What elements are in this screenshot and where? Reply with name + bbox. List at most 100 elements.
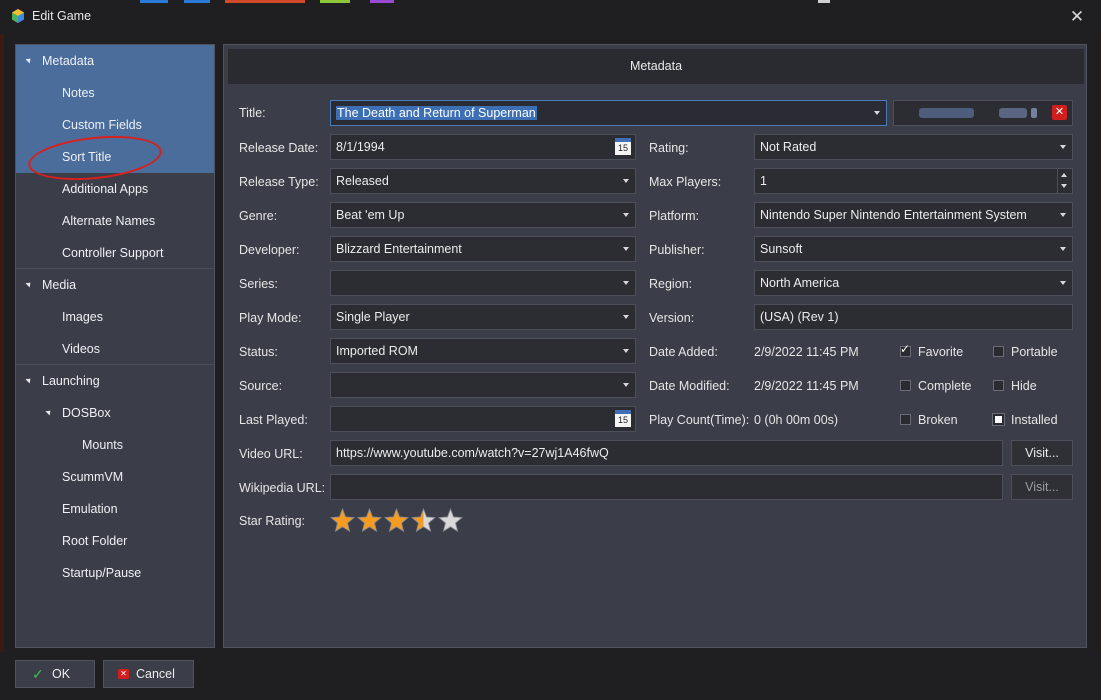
spin-down-icon[interactable] [1061, 184, 1067, 188]
chevron-down-icon[interactable] [623, 281, 629, 285]
calendar-icon[interactable]: 15 [615, 138, 631, 155]
chevron-down-icon[interactable] [623, 315, 629, 319]
status-select[interactable]: Imported ROM [330, 338, 636, 364]
video-url-value[interactable]: https://www.youtube.com/watch?v=27wj1A46… [336, 446, 609, 460]
visit-wikipedia-button[interactable]: Visit... [1011, 474, 1073, 500]
date-added-value: 2/9/2022 11:45 PM [754, 345, 859, 359]
check-icon: ✓ [32, 666, 44, 682]
region-select[interactable]: North America [754, 270, 1073, 296]
sidebar-item-root-folder[interactable]: Root Folder [16, 525, 214, 557]
chevron-down-icon[interactable] [623, 179, 629, 183]
calendar-icon[interactable]: 15 [615, 410, 631, 427]
sidebar-item-label: Videos [62, 342, 100, 356]
release-type-label: Release Type: [239, 175, 319, 189]
play-count-label: Play Count(Time): [649, 413, 750, 427]
close-icon[interactable]: ✕ [1066, 6, 1088, 28]
sidebar-item-emulation[interactable]: Emulation [16, 493, 214, 525]
chevron-down-icon[interactable] [623, 349, 629, 353]
version-input[interactable]: (USA) (Rev 1) [754, 304, 1073, 330]
sidebar-item-label: Alternate Names [62, 214, 156, 228]
sidebar-item-label: Emulation [62, 502, 118, 516]
broken-checkbox[interactable] [900, 414, 911, 425]
star-icon[interactable] [411, 508, 436, 533]
platform-select[interactable]: Nintendo Super Nintendo Entertainment Sy… [754, 202, 1073, 228]
sidebar-item-label: Root Folder [62, 534, 128, 548]
portable-checkbox[interactable] [993, 346, 1004, 357]
sidebar-item-label: Mounts [82, 438, 123, 452]
sidebar-item-metadata[interactable]: Metadata [16, 45, 214, 77]
series-label: Series: [239, 277, 278, 291]
chevron-down-icon[interactable] [623, 213, 629, 217]
release-date-field[interactable]: 8/1/1994 15 [330, 134, 636, 160]
background-strip [225, 0, 305, 3]
sidebar-item-startup-pause[interactable]: Startup/Pause [16, 557, 214, 589]
region-value: North America [760, 276, 840, 290]
sidebar-item-videos[interactable]: Videos [16, 333, 214, 365]
title-extra-field[interactable]: ✕ [893, 100, 1073, 126]
ok-button[interactable]: ✓ OK [15, 660, 95, 688]
sidebar-item-controller-support[interactable]: Controller Support [16, 237, 214, 269]
play-mode-select[interactable]: Single Player [330, 304, 636, 330]
title-combobox[interactable]: The Death and Return of Superman [330, 100, 887, 126]
max-players-value[interactable]: 1 [760, 174, 767, 188]
sidebar-item-alternate-names[interactable]: Alternate Names [16, 205, 214, 237]
developer-select[interactable]: Blizzard Entertainment [330, 236, 636, 262]
sidebar-item-media[interactable]: Media [16, 269, 214, 301]
publisher-select[interactable]: Sunsoft [754, 236, 1073, 262]
chevron-down-icon[interactable] [874, 111, 880, 115]
spin-up-icon[interactable] [1061, 173, 1067, 177]
sidebar-item-dosbox[interactable]: DOSBox [16, 397, 214, 429]
sidebar-item-images[interactable]: Images [16, 301, 214, 333]
series-select[interactable] [330, 270, 636, 296]
source-select[interactable] [330, 372, 636, 398]
video-url-input[interactable]: https://www.youtube.com/watch?v=27wj1A46… [330, 440, 1003, 466]
rating-select[interactable]: Not Rated [754, 134, 1073, 160]
visit-video-button[interactable]: Visit... [1011, 440, 1073, 466]
star-icon[interactable] [384, 508, 409, 533]
sidebar-item-mounts[interactable]: Mounts [16, 429, 214, 461]
chevron-down-icon[interactable] [1060, 247, 1066, 251]
expand-icon[interactable] [45, 408, 53, 416]
cancel-label: Cancel [136, 667, 175, 681]
release-date-value: 8/1/1994 [336, 140, 385, 154]
title-value[interactable]: The Death and Return of Superman [336, 106, 537, 120]
wikipedia-url-input[interactable] [330, 474, 1003, 500]
rating-label: Rating: [649, 141, 689, 155]
chevron-down-icon[interactable] [623, 247, 629, 251]
sidebar-item-additional-apps[interactable]: Additional Apps [16, 173, 214, 205]
date-modified-value: 2/9/2022 11:45 PM [754, 379, 859, 393]
chevron-down-icon[interactable] [1060, 145, 1066, 149]
release-type-value: Released [336, 174, 389, 188]
hide-label: Hide [1011, 379, 1037, 393]
sidebar-item-notes[interactable]: Notes [16, 77, 214, 109]
sidebar-item-scummvm[interactable]: ScummVM [16, 461, 214, 493]
last-played-field[interactable]: 15 [330, 406, 636, 432]
platform-label: Platform: [649, 209, 700, 223]
favorite-checkbox[interactable] [900, 342, 911, 357]
sidebar-item-label: Notes [62, 86, 95, 100]
max-players-stepper[interactable]: 1 [754, 168, 1073, 194]
star-icon[interactable] [330, 508, 355, 533]
complete-checkbox[interactable] [900, 380, 911, 391]
background-strip [184, 0, 210, 3]
complete-label: Complete [918, 379, 972, 393]
expand-icon[interactable] [25, 376, 33, 384]
hide-checkbox[interactable] [993, 380, 1004, 391]
genre-select[interactable]: Beat 'em Up [330, 202, 636, 228]
star-icon[interactable] [438, 508, 463, 533]
expand-icon[interactable] [25, 56, 33, 64]
expand-icon[interactable] [25, 280, 33, 288]
star-icon[interactable] [357, 508, 382, 533]
installed-label: Installed [1011, 413, 1058, 427]
background-edge [1097, 34, 1101, 700]
clear-icon[interactable]: ✕ [1052, 105, 1067, 120]
release-type-select[interactable]: Released [330, 168, 636, 194]
chevron-down-icon[interactable] [623, 383, 629, 387]
version-value[interactable]: (USA) (Rev 1) [760, 310, 838, 324]
chevron-down-icon[interactable] [1060, 281, 1066, 285]
sidebar-item-launching[interactable]: Launching [16, 365, 214, 397]
installed-checkbox[interactable] [992, 413, 1005, 426]
chevron-down-icon[interactable] [1060, 213, 1066, 217]
developer-label: Developer: [239, 243, 300, 257]
cancel-button[interactable]: ✕ Cancel [103, 660, 194, 688]
